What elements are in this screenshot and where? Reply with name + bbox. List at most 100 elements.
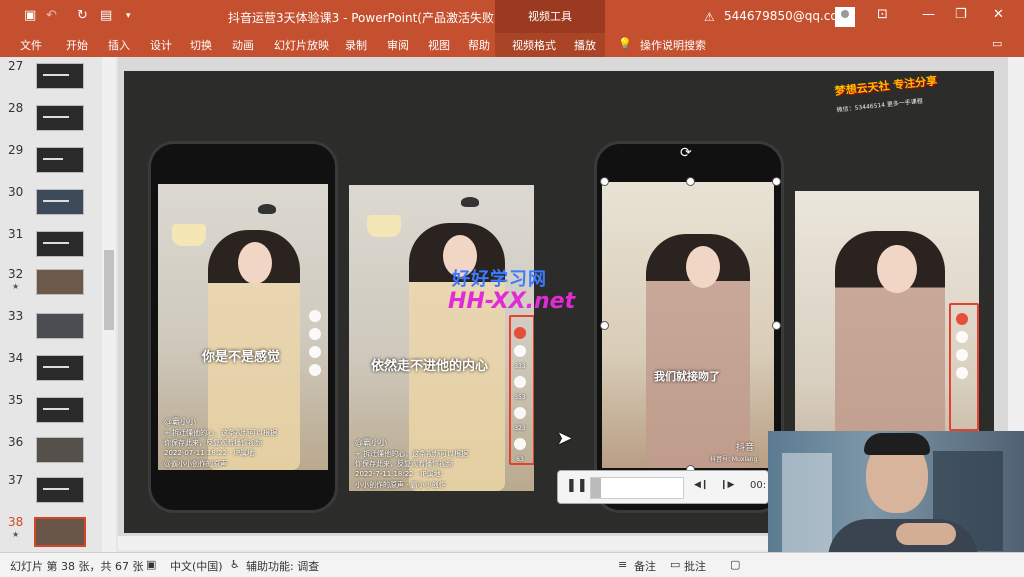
tab-video-format[interactable]: 视频格式 [512,37,556,53]
tab-insert[interactable]: 插入 [108,37,130,53]
tab-animations[interactable]: 动画 [232,37,254,53]
slide-thumbnail[interactable] [36,477,84,503]
heart-icon [956,331,968,343]
video-username: @霸小小 [355,438,387,447]
spelling-icon[interactable]: ▣ [146,558,156,571]
video-side-icons: 333 353 323 63 [509,321,531,463]
follow-icon [514,327,526,339]
context-tool-title: 视频工具 [495,0,605,33]
save-icon[interactable]: ▣ [24,8,36,24]
language-status[interactable]: 中文(中国) [170,558,223,574]
resize-handle[interactable] [686,177,695,186]
slide-number: 29 [8,143,24,157]
time-display: 00: [750,480,767,491]
tab-design[interactable]: 设计 [150,37,172,53]
restore-icon[interactable]: ❐ [955,7,967,22]
video-subtitle: 你是不是感觉 [202,350,281,365]
comments-button[interactable]: 批注 [684,558,706,574]
slide-number: 36 [8,435,24,449]
tab-transitions[interactable]: 切换 [190,37,212,53]
close-icon[interactable]: ✕ [993,7,1004,22]
slide-thumbnail[interactable] [36,313,84,339]
customize-qat-icon[interactable]: ▾ [126,8,131,24]
logo-watermark: 梦想云天社 专注分享 微信：53446514 更多一手课程 [834,71,950,128]
tab-view[interactable]: 视图 [428,37,450,53]
window-title: 抖音运营3天体验课3 - PowerPoint(产品激活失败) [228,11,499,25]
notes-button[interactable]: 备注 [634,558,656,574]
minimize-icon[interactable]: — [922,7,935,22]
tiktok-brand: 抖音 [736,443,755,453]
video-date: 2022-7-11 18:22 · IP属地: [355,470,443,478]
redo-icon[interactable]: ↻ [77,8,88,24]
tab-slideshow[interactable]: 幻灯片放映 [274,37,329,53]
rotate-handle-icon[interactable]: ⟳ [680,145,692,161]
warning-icon: ⚠ [704,10,715,24]
resize-handle[interactable] [600,177,609,186]
seek-bar[interactable] [590,477,684,499]
accessibility-status[interactable]: 辅助功能: 调查 [246,558,319,574]
step-back-button[interactable]: ◀❙ [694,480,708,490]
tab-record[interactable]: 录制 [345,37,367,53]
tab-playback[interactable]: 播放 [574,37,596,53]
video-music: @霸小小创作的原声 [164,460,227,468]
video-music: 小小创作的原声 · 霸小小创作 [355,481,446,489]
slide-thumbnail[interactable] [36,231,84,257]
comment-icon [309,328,321,340]
ribbon-display-icon[interactable]: ⊡ [877,7,888,22]
comments-status-icon: ▭ [670,558,681,571]
resize-handle[interactable] [772,177,781,186]
video-description: + 拆迁懂他的心，这条视频可以根据你保存此来，反复观看播惯视频 [355,450,469,468]
tab-home[interactable]: 开始 [66,37,88,53]
slide-thumbnail-selected[interactable] [34,517,86,547]
phone-frame-3: 我们就接吻了 抖音 抖音号: Muxiang [594,141,784,513]
slide-thumbnail[interactable] [36,105,84,131]
slide-count-status: 幻灯片 第 38 张，共 67 张 [10,560,144,573]
video-subtitle: 依然走不进他的内心 [371,359,489,374]
comments-icon[interactable]: ▭ [992,37,1002,50]
tab-review[interactable]: 审阅 [387,37,409,53]
thumbnail-scroll-thumb[interactable] [104,250,114,330]
count-label: 63 [516,456,524,463]
normal-view-icon[interactable]: ▢ [730,558,740,571]
comment-icon [956,349,968,361]
video-screen-1[interactable]: 你是不是感觉 @霸小小 + 拆迁懂他的心，这条视频可以根据你保存此来，反复观看播… [158,184,328,470]
resize-handle[interactable] [772,321,781,330]
star-icon [956,367,968,379]
slide-number: 37 [8,473,24,487]
slide-number: 33 [8,309,24,323]
tab-help[interactable]: 帮助 [468,37,490,53]
slide-thumbnail[interactable] [36,189,84,215]
tab-file[interactable]: 文件 [20,37,42,53]
mouse-cursor-icon: ➤ [557,428,573,449]
undo-icon[interactable]: ↶ [46,8,57,24]
video-side-icons [951,307,973,385]
slide-thumbnail[interactable] [36,63,84,89]
slide-thumbnail[interactable] [36,269,84,295]
tiktok-handle: 抖音号: Muxiang [710,456,758,463]
video-subtitle: 我们就接吻了 [654,370,720,383]
step-forward-button[interactable]: ❙▶ [720,480,734,490]
share-icon [309,364,321,376]
slide-number: 34 [8,351,24,365]
video-screen-3-selected[interactable]: 我们就接吻了 抖音 抖音号: Muxiang [602,182,774,468]
slide-number-selected: 38 [8,515,24,529]
star-icon [309,346,321,358]
slide-number: 35 [8,393,24,407]
avatar[interactable] [835,7,855,27]
presentation-icon[interactable]: ▤ [100,8,112,24]
animation-star-icon: ★ [12,282,20,291]
video-screen-2[interactable]: 依然走不进他的内心 @霸小小 + 拆迁懂他的心，这条视频可以根据你保存此来，反复… [349,185,534,491]
resize-handle[interactable] [600,321,609,330]
slide-thumbnail[interactable] [36,147,84,173]
animation-star-icon: ★ [12,530,20,539]
slide-thumbnail[interactable] [36,437,84,463]
video-username: @霸小小 [164,417,196,426]
video-date: 2022-07-11 18:22 · IP属地: [164,449,257,457]
slide-thumbnail[interactable] [36,397,84,423]
pause-button[interactable]: ❚❚ [566,478,588,493]
tell-me-search[interactable]: 操作说明搜索 [640,37,706,53]
video-description: + 拆迁懂他的心，这条视频可以根据你保存此来，反复观看播惯视频 [164,429,278,447]
slide-thumbnail[interactable] [36,355,84,381]
ribbon-tabs: 文件 开始 插入 设计 切换 动画 幻灯片放映 录制 审阅 视图 帮助 视频格式… [0,33,1024,57]
account-email[interactable]: 544679850@qq.com [724,9,849,23]
